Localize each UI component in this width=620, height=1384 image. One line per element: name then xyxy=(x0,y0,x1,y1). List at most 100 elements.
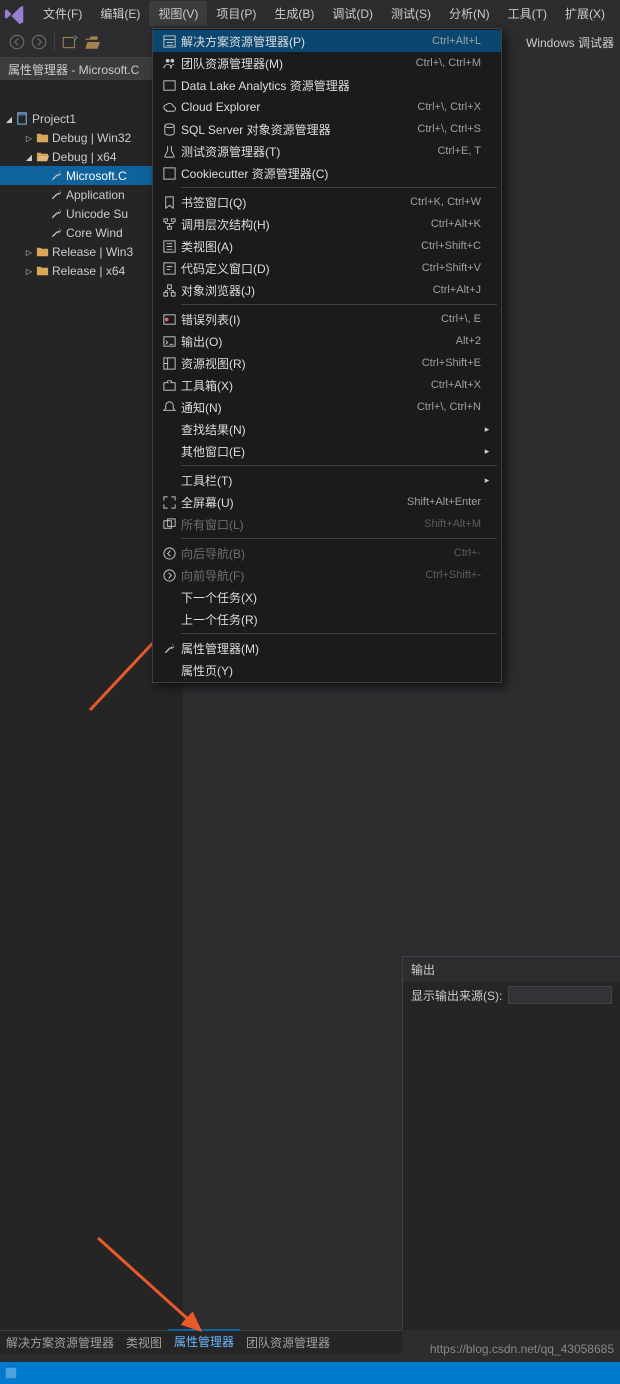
nav-back-icon[interactable] xyxy=(8,33,26,51)
menu-item-shortcut: Ctrl+Shift+V xyxy=(401,262,481,274)
menu-item-I[interactable]: 错误列表(I) Ctrl+\, E xyxy=(153,308,501,330)
folder-icon xyxy=(34,131,50,145)
menu-item-label: 资源视图(R) xyxy=(181,355,401,372)
def-icon xyxy=(157,261,181,276)
menu-6[interactable]: 测试(S) xyxy=(382,1,440,26)
tree-label: Release | Win3 xyxy=(52,245,133,259)
debugger-label[interactable]: Windows 调试器 xyxy=(526,34,614,51)
menu-item-P[interactable]: 解决方案资源管理器(P) Ctrl+Alt+L xyxy=(153,30,501,52)
lake-icon xyxy=(157,78,181,93)
folder-open-icon xyxy=(34,150,50,164)
menu-item-DataLakeAnalytics[interactable]: Data Lake Analytics 资源管理器 xyxy=(153,74,501,96)
menu-item-U[interactable]: 全屏幕(U) Shift+Alt+Enter xyxy=(153,491,501,513)
menu-item-SQLServer[interactable]: SQL Server 对象资源管理器 Ctrl+\, Ctrl+S xyxy=(153,118,501,140)
menu-item-X[interactable]: 工具箱(X) Ctrl+Alt+X xyxy=(153,374,501,396)
menu-item-shortcut: Ctrl+\, Ctrl+S xyxy=(401,123,481,135)
menu-item-label: 输出(O) xyxy=(181,333,401,350)
menu-separator xyxy=(181,633,497,634)
all-icon xyxy=(157,517,181,532)
menu-item-label: Cookiecutter 资源管理器(C) xyxy=(181,165,401,182)
menu-9[interactable]: 扩展(X) xyxy=(556,1,614,26)
menu-item-N[interactable]: 通知(N) Ctrl+\, Ctrl+N xyxy=(153,396,501,418)
menu-2[interactable]: 视图(V) xyxy=(149,1,207,26)
tree-label: Microsoft.C xyxy=(66,169,127,183)
full-icon xyxy=(157,495,181,510)
menu-item-label: 属性页(Y) xyxy=(181,662,401,679)
menu-item-label: 所有窗口(L) xyxy=(181,516,401,533)
menu-item-R[interactable]: 资源视图(R) Ctrl+Shift+E xyxy=(153,352,501,374)
new-project-icon[interactable] xyxy=(61,33,79,51)
project-icon xyxy=(14,112,30,126)
output-panel-title: 输出 xyxy=(403,957,620,982)
view-menu-dropdown: 解决方案资源管理器(P) Ctrl+Alt+L 团队资源管理器(M) Ctrl+… xyxy=(152,28,502,683)
tree-label: Application xyxy=(66,188,125,202)
menu-item-H[interactable]: 调用层次结构(H) Ctrl+Alt+K xyxy=(153,213,501,235)
open-icon[interactable] xyxy=(83,33,101,51)
expand-icon[interactable] xyxy=(24,266,34,276)
menu-item-M[interactable]: 属性管理器(M) xyxy=(153,637,501,659)
menu-item-CloudExplorer[interactable]: Cloud Explorer Ctrl+\, Ctrl+X xyxy=(153,96,501,118)
menu-item-CookiecutterC[interactable]: Cookiecutter 资源管理器(C) xyxy=(153,162,501,184)
expand-icon[interactable] xyxy=(24,152,34,162)
menu-item-shortcut: Ctrl+\, Ctrl+M xyxy=(401,57,481,69)
menu-item-A[interactable]: 类视图(A) Ctrl+Shift+C xyxy=(153,235,501,257)
cloud-icon xyxy=(157,100,181,115)
folder-icon xyxy=(34,264,50,278)
menu-8[interactable]: 工具(T) xyxy=(499,1,556,26)
menu-item-R[interactable]: 上一个任务(R) xyxy=(153,608,501,630)
output-source-label: 显示输出来源(S): xyxy=(411,987,502,1004)
expand-icon[interactable] xyxy=(24,247,34,257)
menu-0[interactable]: 文件(F) xyxy=(34,1,91,26)
menu-item-E[interactable]: 其他窗口(E) ▸ xyxy=(153,440,501,462)
output-source-select[interactable] xyxy=(508,986,612,1004)
menu-item-L: 所有窗口(L) Shift+Alt+M xyxy=(153,513,501,535)
expand-icon[interactable] xyxy=(4,114,14,124)
menu-item-O[interactable]: 输出(O) Alt+2 xyxy=(153,330,501,352)
hier-icon xyxy=(157,217,181,232)
menu-item-shortcut: Shift+Alt+Enter xyxy=(401,496,481,508)
bookmark-icon xyxy=(157,195,181,210)
menu-item-shortcut: Alt+2 xyxy=(401,335,481,347)
menu-item-shortcut: Ctrl+Shift+E xyxy=(401,357,481,369)
menu-item-D[interactable]: 代码定义窗口(D) Ctrl+Shift+V xyxy=(153,257,501,279)
menu-item-N[interactable]: 查找结果(N) ▸ xyxy=(153,418,501,440)
menu-item-M[interactable]: 团队资源管理器(M) Ctrl+\, Ctrl+M xyxy=(153,52,501,74)
menu-item-T[interactable]: 工具栏(T) ▸ xyxy=(153,469,501,491)
menu-item-shortcut: Ctrl+\, Ctrl+N xyxy=(401,401,481,413)
arrow-annotation-2 xyxy=(90,1230,220,1350)
menu-5[interactable]: 调试(D) xyxy=(323,1,382,26)
menu-item-B: 向后导航(B) Ctrl+- xyxy=(153,542,501,564)
menu-item-label: 全屏幕(U) xyxy=(181,494,401,511)
expand-icon[interactable] xyxy=(24,133,34,143)
menu-separator xyxy=(181,187,497,188)
menu-7[interactable]: 分析(N) xyxy=(440,1,499,26)
menu-4[interactable]: 生成(B) xyxy=(265,1,323,26)
menu-3[interactable]: 项目(P) xyxy=(207,1,265,26)
wrench-icon xyxy=(48,207,64,221)
tree-label: Core Wind xyxy=(66,226,123,240)
test-icon xyxy=(157,144,181,159)
menu-item-label: 类视图(A) xyxy=(181,238,401,255)
menu-item-T[interactable]: 测试资源管理器(T) Ctrl+E, T xyxy=(153,140,501,162)
menu-item-label: 向后导航(B) xyxy=(181,545,401,562)
tree-label: Debug | x64 xyxy=(52,150,117,164)
sql-icon xyxy=(157,122,181,137)
menu-item-label: 书签窗口(Q) xyxy=(181,194,401,211)
menu-item-Q[interactable]: 书签窗口(Q) Ctrl+K, Ctrl+W xyxy=(153,191,501,213)
menu-item-label: Cloud Explorer xyxy=(181,100,401,114)
menu-item-Y[interactable]: 属性页(Y) xyxy=(153,659,501,681)
nav-fwd-icon[interactable] xyxy=(30,33,48,51)
tree-label: Project1 xyxy=(32,112,76,126)
error-icon xyxy=(157,312,181,327)
folder-icon xyxy=(34,245,50,259)
bottom-tab-3[interactable]: 团队资源管理器 xyxy=(240,1330,336,1355)
menu-item-J[interactable]: 对象浏览器(J) Ctrl+Alt+J xyxy=(153,279,501,301)
status-bar xyxy=(0,1362,620,1384)
menu-item-label: 通知(N) xyxy=(181,399,401,416)
menu-1[interactable]: 编辑(E) xyxy=(91,1,149,26)
menu-item-X[interactable]: 下一个任务(X) xyxy=(153,586,501,608)
menu-item-label: SQL Server 对象资源管理器 xyxy=(181,121,401,138)
menu-item-shortcut: Ctrl+Alt+L xyxy=(401,35,481,47)
menu-bar: 文件(F)编辑(E)视图(V)项目(P)生成(B)调试(D)测试(S)分析(N)… xyxy=(0,0,620,27)
menu-item-shortcut: Ctrl+Alt+K xyxy=(401,218,481,230)
